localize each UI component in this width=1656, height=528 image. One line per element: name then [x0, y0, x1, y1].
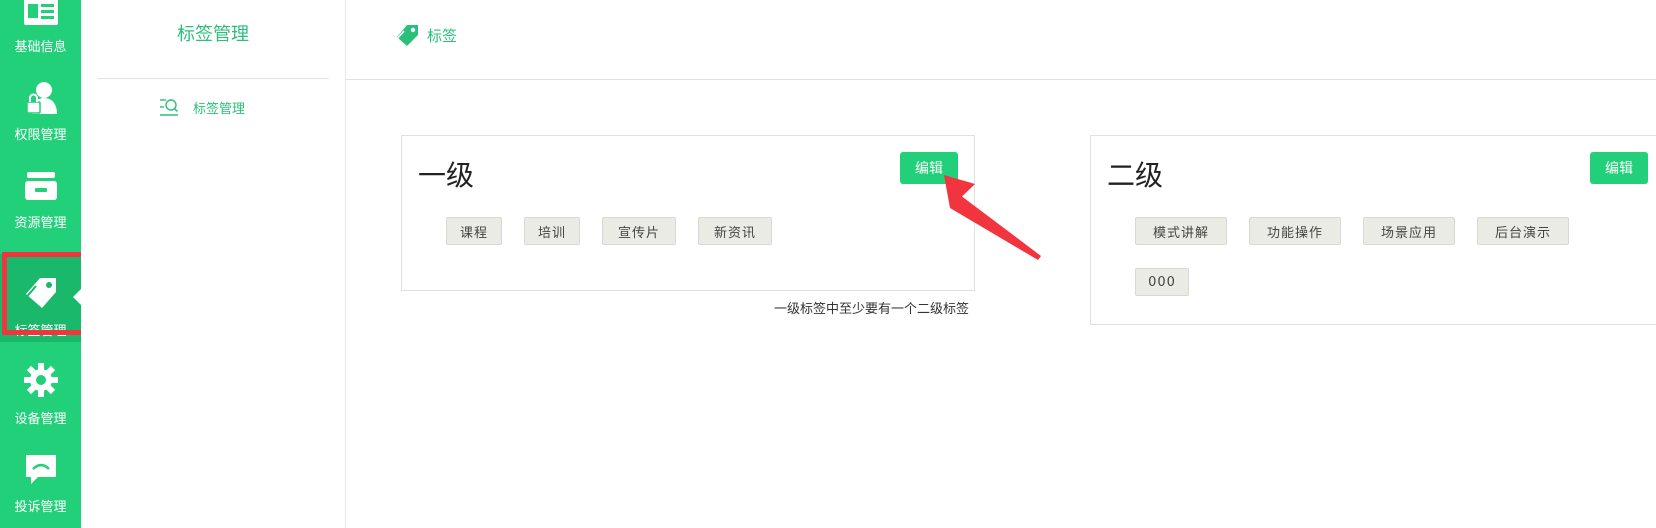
- subnav-item-label: 标签管理: [193, 101, 246, 117]
- level1-tag[interactable]: 新资讯: [698, 217, 772, 245]
- nav-basic-info[interactable]: 基础信息: [0, 0, 81, 58]
- breadcrumb-label: 标签: [427, 26, 458, 45]
- level2-tag[interactable]: 场景应用: [1363, 217, 1455, 245]
- level1-tag[interactable]: 培训: [524, 217, 580, 245]
- level2-card: 二级 编辑 模式讲解 功能操作 场景应用 后台演示 000: [1090, 135, 1656, 325]
- level2-title: 二级: [1107, 159, 1164, 192]
- level2-tag[interactable]: 模式讲解: [1135, 217, 1227, 245]
- list-search-icon: [160, 99, 178, 116]
- nav-label: 设备管理: [14, 412, 67, 427]
- tag-icon: [394, 25, 418, 46]
- nav-tags[interactable]: 标签管理: [0, 254, 81, 342]
- level2-edit-button[interactable]: 编辑: [1590, 152, 1648, 184]
- nav-label: 资源管理: [14, 216, 67, 231]
- nav-label: 权限管理: [14, 128, 67, 143]
- nav-label: 投诉管理: [14, 500, 67, 515]
- tags-icon: [0, 254, 81, 310]
- level1-title: 一级: [418, 159, 475, 192]
- level1-tag[interactable]: 课程: [446, 217, 502, 245]
- annotation-arrow: [944, 175, 1041, 260]
- gear-icon: [0, 342, 81, 398]
- archive-box-icon: [0, 146, 81, 202]
- page-header: 标签: [346, 0, 1656, 80]
- breadcrumb: 标签: [394, 22, 457, 48]
- level1-hint: 一级标签中至少要有一个二级标签: [774, 302, 970, 317]
- subnav-title: 标签管理: [97, 0, 329, 79]
- nav-devices[interactable]: 设备管理: [0, 342, 81, 430]
- main-nav-rail: 基础信息 权限管理 资源管理 标签管理 设备管理 投诉管理: [0, 0, 81, 528]
- nav-complaints[interactable]: 投诉管理: [0, 430, 81, 518]
- subnav-item-tag-management[interactable]: 标签管理: [159, 96, 245, 118]
- level1-card: 一级 编辑 课程 培训 宣传片 新资讯: [401, 135, 975, 291]
- level2-tag[interactable]: 000: [1135, 268, 1189, 296]
- id-card-icon: [0, 0, 81, 26]
- user-lock-icon: [0, 58, 81, 114]
- active-caret: [73, 289, 81, 305]
- level2-tag[interactable]: 功能操作: [1249, 217, 1341, 245]
- nav-label: 标签管理: [14, 324, 67, 339]
- nav-resources[interactable]: 资源管理: [0, 146, 81, 234]
- sub-sidebar: 标签管理 标签管理: [81, 0, 346, 528]
- level1-tag[interactable]: 宣传片: [602, 217, 676, 245]
- level2-tag[interactable]: 后台演示: [1477, 217, 1569, 245]
- nav-label: 基础信息: [14, 40, 67, 55]
- chat-bubble-icon: [0, 430, 81, 486]
- nav-permissions[interactable]: 权限管理: [0, 58, 81, 146]
